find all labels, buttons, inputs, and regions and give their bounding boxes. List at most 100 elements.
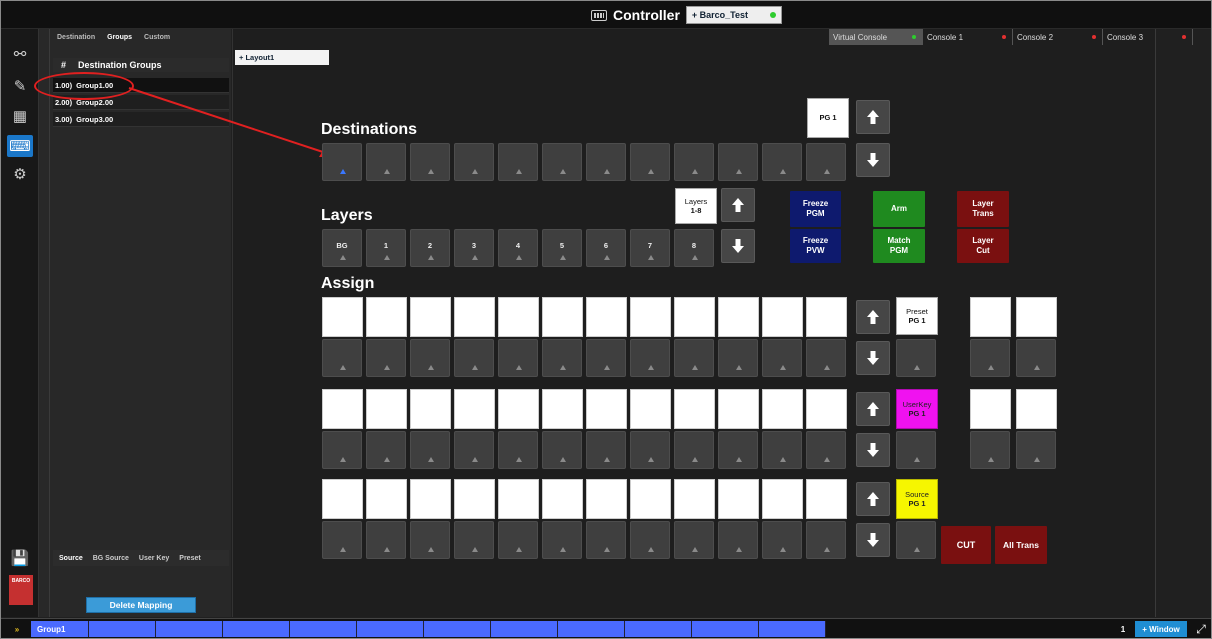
assign-slot[interactable] [718,479,759,519]
assign-slot[interactable] [630,479,671,519]
assign-button[interactable] [806,431,846,469]
layers-down-button[interactable] [721,229,755,263]
assign-slot[interactable] [630,297,671,337]
assign-slot[interactable] [498,389,539,429]
bottom-tab-empty[interactable] [491,621,558,637]
layer-button[interactable]: 3 [454,229,494,267]
assign-down-button[interactable] [856,433,890,467]
destination-button[interactable] [806,143,846,181]
bottom-tab-empty[interactable] [89,621,156,637]
assign-page-led-button[interactable] [896,431,936,469]
tab-console-3[interactable]: Console 3 [1103,29,1193,45]
layer-trans-button[interactable]: Layer Trans [957,191,1009,227]
expand-icon[interactable]: » [3,621,31,637]
network-icon[interactable]: ⚯ [7,43,33,65]
assign-button[interactable] [322,431,362,469]
tab-layout1[interactable]: + Layout1 [235,50,329,65]
layers-up-button[interactable] [721,188,755,222]
assign-slot[interactable] [366,479,407,519]
bottom-tab-empty[interactable] [156,621,223,637]
destination-button[interactable] [366,143,406,181]
assign-slot[interactable] [674,297,715,337]
assign-slot[interactable] [498,479,539,519]
bottom-tab-empty[interactable] [558,621,625,637]
assign-slot[interactable] [454,479,495,519]
assign-button[interactable] [366,339,406,377]
assign-button[interactable] [674,521,714,559]
extra-slot[interactable] [1016,389,1057,429]
assign-button[interactable] [674,431,714,469]
assign-button[interactable] [586,431,626,469]
destinations-up-button[interactable] [856,100,890,134]
assign-slot[interactable] [410,389,451,429]
fullscreen-icon[interactable]: ⤢ [1193,621,1209,637]
add-window-button[interactable]: + Window [1135,621,1187,637]
layer-button[interactable]: BG [322,229,362,267]
extra-slot[interactable] [970,297,1011,337]
assign-slot[interactable] [498,297,539,337]
bottom-tab-empty[interactable] [759,621,826,637]
assign-slot[interactable] [806,389,847,429]
assign-slot[interactable] [454,389,495,429]
extra-button[interactable] [970,339,1010,377]
assign-slot[interactable] [674,389,715,429]
all-trans-button[interactable]: All Trans [995,526,1047,564]
tab-user-key[interactable]: User Key [139,555,169,562]
assign-button[interactable] [542,339,582,377]
extra-button[interactable] [1016,339,1056,377]
destination-button[interactable] [454,143,494,181]
assign-slot[interactable] [366,297,407,337]
assign-slot[interactable] [586,297,627,337]
tab-bg-source[interactable]: BG Source [93,555,129,562]
assign-slot[interactable] [674,479,715,519]
keyboard-nav-icon[interactable]: ⌨ [7,135,33,157]
layer-button[interactable]: 8 [674,229,714,267]
assign-down-button[interactable] [856,523,890,557]
assign-button[interactable] [586,339,626,377]
assign-page-led-button[interactable] [896,521,936,559]
assign-slot[interactable] [762,389,803,429]
assign-slot[interactable] [630,389,671,429]
assign-slot[interactable] [322,389,363,429]
assign-slot[interactable] [586,389,627,429]
tab-source[interactable]: Source [59,555,83,562]
assign-button[interactable] [454,521,494,559]
assign-button[interactable] [718,431,758,469]
bottom-tab-empty[interactable] [625,621,692,637]
destination-button[interactable] [322,143,362,181]
source-page-button[interactable]: Source PG 1 [896,479,938,519]
assign-slot[interactable] [542,479,583,519]
save-icon[interactable]: 💾 [7,547,33,569]
arm-button[interactable]: Arm [873,191,925,227]
destinations-down-button[interactable] [856,143,890,177]
destination-button[interactable] [410,143,450,181]
assign-button[interactable] [542,521,582,559]
assign-button[interactable] [498,521,538,559]
bottom-tab-empty[interactable] [223,621,290,637]
assign-button[interactable] [322,339,362,377]
layer-button[interactable]: 2 [410,229,450,267]
assign-slot[interactable] [542,389,583,429]
bottom-tab-empty[interactable] [290,621,357,637]
preset-page-button[interactable]: Preset PG 1 [896,297,938,335]
extra-button[interactable] [1016,431,1056,469]
destinations-page-button[interactable]: PG 1 [807,98,849,138]
tab-groups[interactable]: Groups [107,34,132,41]
assign-slot[interactable] [322,479,363,519]
assign-button[interactable] [322,521,362,559]
tab-console-1[interactable]: Console 1 [923,29,1013,45]
grid-icon[interactable]: ▦ [7,105,33,127]
tab-custom[interactable]: Custom [144,34,170,41]
userkey-page-button[interactable]: UserKey PG 1 [896,389,938,429]
layers-page-button[interactable]: Layers 1-8 [675,188,717,224]
assign-up-button[interactable] [856,392,890,426]
tab-destination[interactable]: Destination [57,34,95,41]
freeze-pgm-button[interactable]: Freeze PGM [790,191,841,227]
assign-slot[interactable] [762,479,803,519]
tab-virtual-console[interactable]: Virtual Console [829,29,923,45]
freeze-pvw-button[interactable]: Freeze PVW [790,229,841,263]
assign-slot[interactable] [366,389,407,429]
destination-button[interactable] [718,143,758,181]
assign-slot[interactable] [586,479,627,519]
layer-button[interactable]: 6 [586,229,626,267]
